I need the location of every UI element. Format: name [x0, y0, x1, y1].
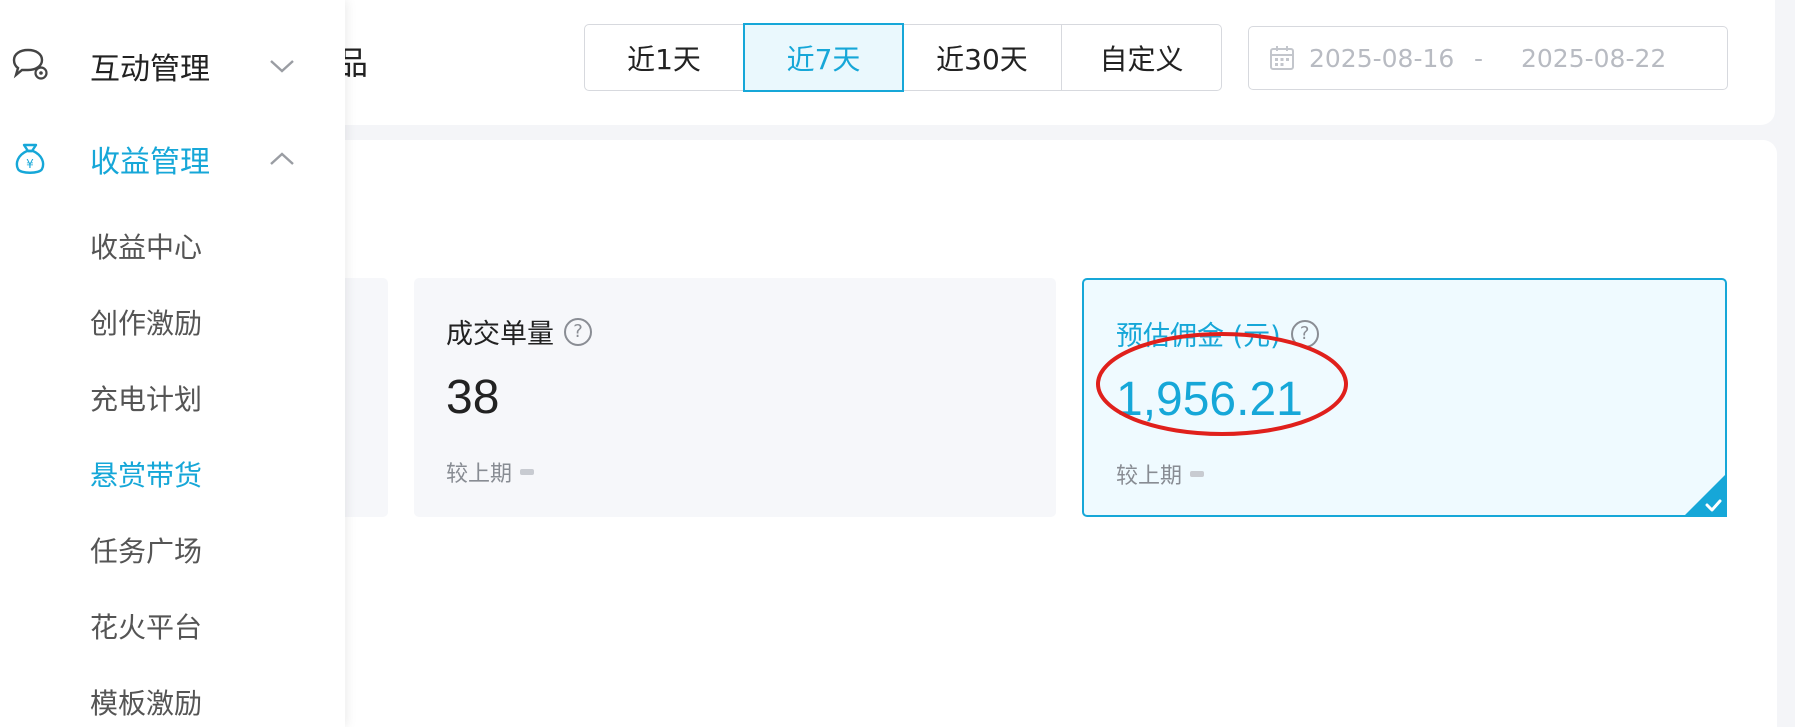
date-separator: -: [1474, 43, 1484, 73]
sidebar-item-huahuo-platform[interactable]: 花火平台: [90, 606, 202, 646]
sidebar-item-template-incentive[interactable]: 模板激励: [90, 682, 202, 722]
date-range-picker[interactable]: 2025-08-16 - 2025-08-22: [1248, 26, 1728, 90]
money-bag-icon: ¥: [15, 143, 45, 174]
sidebar-item-bounty-sales[interactable]: 悬赏带货: [90, 454, 202, 494]
calendar-icon: [1270, 46, 1294, 70]
orders-label: 成交单量: [446, 319, 554, 350]
sidebar-group-label: 互动管理: [90, 52, 210, 87]
tab-1-day[interactable]: 近1天: [585, 25, 744, 90]
date-range-tabs: 近1天 近7天 近30天 自定义: [584, 23, 1222, 92]
metric-card-orders[interactable]: 成交单量 ? 38 较上期: [414, 278, 1056, 517]
orders-label-row: 成交单量 ?: [446, 312, 592, 351]
commission-compare: 较上期: [1116, 458, 1205, 490]
page: 品 近1天 近7天 近30天 自定义 2025-08-16 - 2025-08-…: [0, 0, 1795, 727]
metrics-panel: 成交单量 ? 38 较上期 预估佣金 (元) ? 1,956.21 较上期: [280, 140, 1777, 727]
chat-settings-icon: [12, 48, 48, 80]
filter-bar: 品 近1天 近7天 近30天 自定义 2025-08-16 - 2025-08-…: [280, 0, 1775, 125]
selected-check-icon: [1683, 473, 1727, 517]
help-icon[interactable]: ?: [1290, 319, 1319, 348]
tab-custom[interactable]: 自定义: [1062, 25, 1221, 90]
chevron-down-icon: [270, 60, 294, 73]
commission-value: 1,956.21: [1116, 373, 1303, 426]
orders-value: 38: [446, 371, 500, 424]
date-end-input[interactable]: 2025-08-22: [1521, 44, 1666, 73]
no-change-dash-icon: [1190, 471, 1205, 477]
sidebar: 互动管理 ¥ 收益管理 收益中心 创作激励 充电计划 悬赏带货 任务广场 花火平…: [0, 0, 345, 727]
no-change-dash-icon: [520, 469, 535, 475]
metric-card-commission[interactable]: 预估佣金 (元) ? 1,956.21 较上期: [1082, 278, 1727, 517]
sidebar-group-revenue[interactable]: ¥ 收益管理: [0, 124, 345, 194]
sidebar-item-task-square[interactable]: 任务广场: [90, 530, 202, 570]
help-icon[interactable]: ?: [564, 317, 592, 346]
sidebar-group-interaction[interactable]: 互动管理: [0, 31, 345, 101]
tab-30-days[interactable]: 近30天: [903, 25, 1062, 90]
commission-compare-label: 较上期: [1116, 464, 1183, 489]
orders-compare: 较上期: [446, 456, 535, 488]
sidebar-item-revenue-center[interactable]: 收益中心: [90, 226, 202, 266]
svg-text:¥: ¥: [26, 157, 34, 171]
sidebar-group-label: 收益管理: [90, 145, 210, 180]
tab-7-days[interactable]: 近7天: [743, 23, 904, 92]
sidebar-item-charging-plan[interactable]: 充电计划: [90, 378, 202, 418]
chevron-up-icon: [270, 152, 294, 165]
commission-label-row: 预估佣金 (元) ?: [1116, 314, 1319, 353]
commission-label: 预估佣金 (元): [1116, 321, 1281, 352]
orders-compare-label: 较上期: [446, 462, 513, 487]
sidebar-item-creation-incentive[interactable]: 创作激励: [90, 302, 202, 342]
date-start-input[interactable]: 2025-08-16: [1309, 44, 1474, 73]
